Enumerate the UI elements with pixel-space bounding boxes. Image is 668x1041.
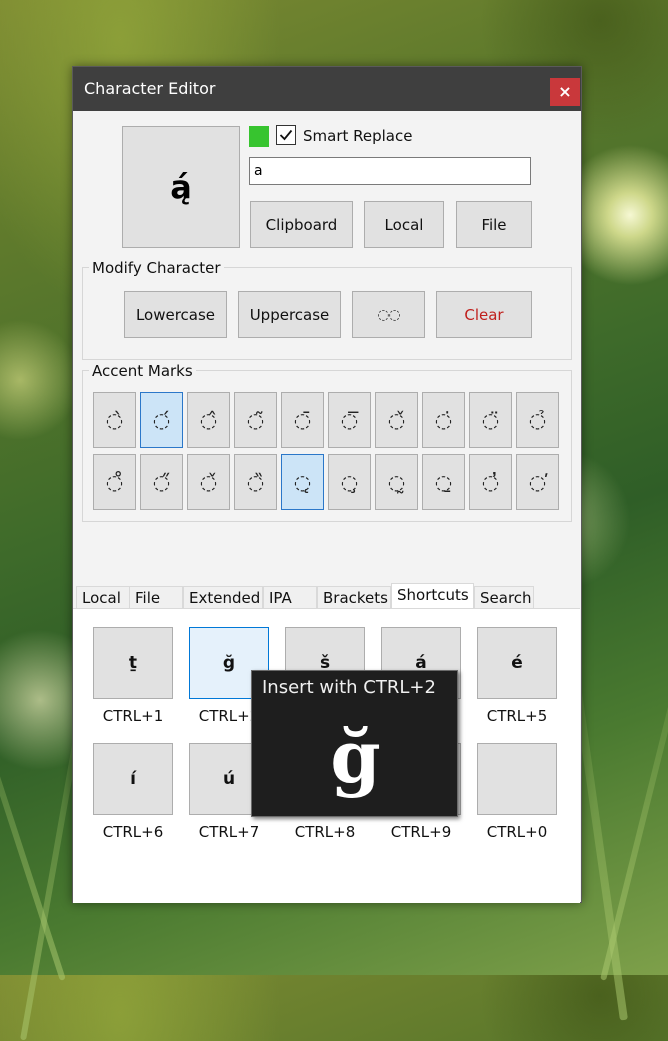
accent-cedilla-button[interactable]: ◌̧	[328, 454, 371, 510]
grass-blade	[0, 579, 66, 981]
shortcut-button-10[interactable]	[477, 743, 557, 815]
accent-macron-below-button[interactable]: ◌̱	[422, 454, 465, 510]
file-button[interactable]: File	[456, 201, 532, 248]
tab-extended[interactable]: Extended	[183, 586, 263, 609]
accent-ring-above-button[interactable]: ◌̊	[93, 454, 136, 510]
shortcut-button-6[interactable]: í	[93, 743, 173, 815]
accent-acute-button[interactable]: ◌́	[140, 392, 183, 448]
tab-file[interactable]: File	[129, 586, 183, 609]
accent-macron-glyph: ◌̄	[293, 408, 312, 432]
tooltip-character: ğ	[330, 714, 381, 799]
window-title: Character Editor	[84, 79, 216, 98]
accent-ogonek-glyph: ◌̨	[293, 470, 312, 494]
tab-local[interactable]: Local	[76, 586, 131, 609]
shortcut-button-1[interactable]: ṯ	[93, 627, 173, 699]
accent-tilde-glyph: ◌̃	[246, 408, 265, 432]
accent-comma-above-glyph: ◌̓	[481, 470, 500, 494]
shortcut-label-10: CTRL+0	[486, 823, 548, 841]
insert-tooltip: Insert with CTRL+2 ğ	[251, 670, 458, 817]
shortcut-label-1: CTRL+1	[102, 707, 164, 725]
accent-double-acute-glyph: ◌̋	[152, 470, 171, 494]
accent-overline-glyph: ◌̅	[340, 408, 359, 432]
modify-character-label: Modify Character	[89, 259, 224, 277]
accent-tilde-below-glyph: ◌̰	[387, 470, 406, 494]
character-input[interactable]	[249, 157, 531, 185]
shortcut-label-8: CTRL+8	[294, 823, 356, 841]
local-button[interactable]: Local	[364, 201, 444, 248]
accent-diaeresis-button[interactable]: ◌̈	[469, 392, 512, 448]
accent-grave-glyph: ◌̀	[105, 408, 124, 432]
tab-brackets[interactable]: Brackets	[317, 586, 391, 609]
combine-button[interactable]: ◌◌	[352, 291, 425, 338]
accent-comma-above-button[interactable]: ◌̓	[469, 454, 512, 510]
title-bar[interactable]: Character Editor ×	[73, 67, 581, 111]
clipboard-button[interactable]: Clipboard	[250, 201, 353, 248]
close-button[interactable]: ×	[550, 78, 580, 106]
tab-ipa[interactable]: IPA	[263, 586, 317, 609]
shortcut-label-7: CTRL+7	[198, 823, 260, 841]
accent-cedilla-glyph: ◌̧	[340, 470, 359, 494]
accent-dot-above-glyph: ◌̇	[434, 408, 453, 432]
combine-icon: ◌◌	[377, 306, 400, 323]
tooltip-title: Insert with CTRL+2	[262, 677, 436, 698]
accent-comma-above-right-glyph: ◌̕	[528, 470, 547, 494]
accent-grave-button[interactable]: ◌̀	[93, 392, 136, 448]
accent-macron-button[interactable]: ◌̄	[281, 392, 324, 448]
accent-ring-above-glyph: ◌̊	[105, 470, 124, 494]
accent-macron-below-glyph: ◌̱	[434, 470, 453, 494]
clear-button[interactable]: Clear	[436, 291, 532, 338]
shortcut-label-6: CTRL+6	[102, 823, 164, 841]
accent-circumflex-button[interactable]: ◌̂	[187, 392, 230, 448]
shortcut-label-5: CTRL+5	[486, 707, 548, 725]
accent-tilde-below-button[interactable]: ◌̰	[375, 454, 418, 510]
color-swatch[interactable]	[249, 126, 269, 147]
accent-double-grave-button[interactable]: ◌̏	[234, 454, 277, 510]
accent-caron-glyph: ◌̌	[387, 408, 406, 432]
tab-strip: Local File Extended IPA Brackets Shortcu…	[73, 583, 581, 610]
accent-tilde-button[interactable]: ◌̃	[234, 392, 277, 448]
accent-hook-above-glyph: ◌̉	[528, 408, 547, 432]
lowercase-button[interactable]: Lowercase	[124, 291, 227, 338]
tab-shortcuts[interactable]: Shortcuts	[391, 583, 474, 610]
accent-diaeresis-glyph: ◌̈	[481, 408, 500, 432]
accent-circumflex-glyph: ◌̂	[199, 408, 218, 432]
accent-ogonek-button[interactable]: ◌̨	[281, 454, 324, 510]
tab-search[interactable]: Search	[474, 586, 534, 609]
character-preview: ą́	[122, 126, 240, 248]
accent-overline-button[interactable]: ◌̅	[328, 392, 371, 448]
accent-comma-above-right-button[interactable]: ◌̕	[516, 454, 559, 510]
uppercase-button[interactable]: Uppercase	[238, 291, 341, 338]
accent-caron-alt-glyph: ◌̌	[199, 470, 218, 494]
shortcut-label-9: CTRL+9	[390, 823, 452, 841]
accent-hook-above-button[interactable]: ◌̉	[516, 392, 559, 448]
accent-double-acute-button[interactable]: ◌̋	[140, 454, 183, 510]
shortcut-button-5[interactable]: é	[477, 627, 557, 699]
accent-caron-button[interactable]: ◌̌	[375, 392, 418, 448]
smart-replace-label: Smart Replace	[303, 127, 413, 145]
accent-dot-above-button[interactable]: ◌̇	[422, 392, 465, 448]
accent-marks-label: Accent Marks	[89, 362, 196, 380]
accent-double-grave-glyph: ◌̏	[246, 470, 265, 494]
accent-acute-glyph: ◌́	[152, 408, 171, 432]
smart-replace-checkbox[interactable]	[276, 125, 296, 145]
accent-caron-alt-button[interactable]: ◌̌	[187, 454, 230, 510]
